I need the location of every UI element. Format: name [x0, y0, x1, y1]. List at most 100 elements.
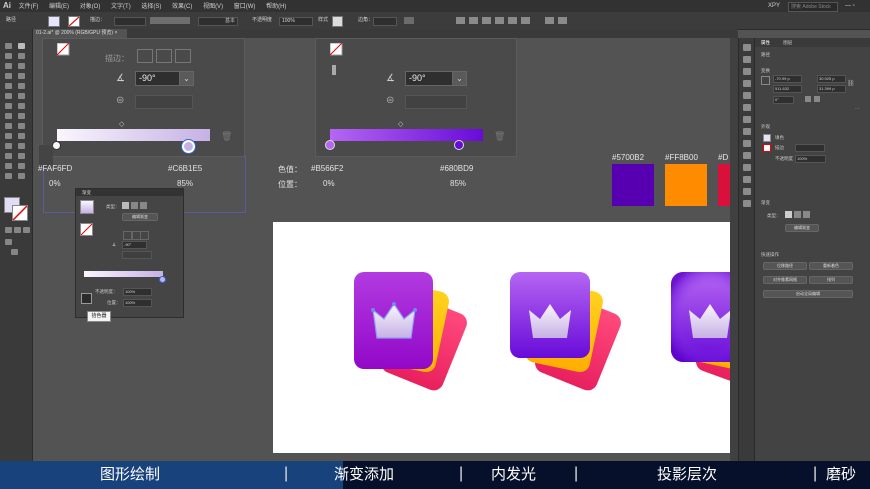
- props-radial-gradient-icon[interactable]: [794, 211, 801, 218]
- tab-layers[interactable]: 图层: [783, 40, 792, 45]
- type-tool-icon[interactable]: [5, 73, 12, 79]
- float-aspect-field[interactable]: [122, 251, 152, 259]
- pathfinder-panel-icon[interactable]: [743, 200, 751, 207]
- gradient-stop-start-right[interactable]: [325, 140, 335, 150]
- float-location-field[interactable]: 100%: [123, 299, 152, 307]
- flip-horizontal-icon[interactable]: [805, 96, 811, 102]
- gradient-stop-end-right[interactable]: [454, 140, 464, 150]
- angle-dropdown-icon[interactable]: ⌄: [179, 71, 194, 86]
- angle-dropdown-icon-right[interactable]: ⌄: [452, 71, 467, 86]
- free-transform-tool-icon[interactable]: [18, 113, 25, 119]
- curvature-tool-icon[interactable]: [18, 63, 25, 69]
- stroke-weight-field[interactable]: [114, 17, 146, 26]
- stroke-across-icon[interactable]: [156, 49, 172, 63]
- more-options-icon[interactable]: ···: [855, 106, 860, 112]
- rectangle-tool-icon[interactable]: [5, 83, 12, 89]
- gradient-stop-start[interactable]: [52, 141, 61, 150]
- artboard-tool-icon[interactable]: [5, 163, 12, 169]
- gradient-preview-swatch[interactable]: [80, 200, 94, 214]
- gradient-panel-icon[interactable]: [743, 116, 751, 123]
- symbol-sprayer-tool-icon[interactable]: [5, 153, 12, 159]
- align-pixel-grid-button[interactable]: 对齐像素网格: [763, 276, 807, 284]
- appearance-panel-icon[interactable]: [743, 140, 751, 147]
- stroke-panel-icon[interactable]: [743, 104, 751, 111]
- stroke-none-swatch[interactable]: [80, 223, 93, 236]
- freeform-gradient-icon[interactable]: [140, 202, 147, 209]
- angle-field-right[interactable]: -90°: [405, 71, 454, 86]
- tab-properties[interactable]: 属性: [761, 40, 770, 45]
- line-tool-icon[interactable]: [18, 73, 25, 79]
- opacity-field[interactable]: 100%: [279, 17, 313, 26]
- h-field[interactable]: 31.399 p: [817, 85, 846, 93]
- transform-icon[interactable]: [545, 17, 554, 24]
- shape-builder-tool-icon[interactable]: [5, 123, 12, 129]
- angle-field[interactable]: -90°: [135, 71, 182, 86]
- slice-tool-icon[interactable]: [18, 163, 25, 169]
- recolor-button[interactable]: 重新着色: [809, 262, 853, 270]
- float-angle-field[interactable]: -90°: [122, 241, 147, 249]
- canvas-scrollbar[interactable]: [730, 38, 738, 461]
- floating-panel-header[interactable]: 渐变: [76, 189, 183, 196]
- isolate-icon[interactable]: [558, 17, 567, 24]
- column-graph-tool-icon[interactable]: [18, 153, 25, 159]
- eyedropper-tool-icon[interactable]: [5, 143, 12, 149]
- gradient-tool-icon[interactable]: [18, 133, 25, 139]
- stroke-color-icon[interactable]: [12, 205, 28, 221]
- layers-panel-icon[interactable]: [743, 164, 751, 171]
- mesh-tool-icon[interactable]: [5, 133, 12, 139]
- rotate-tool-icon[interactable]: [5, 103, 12, 109]
- arrange-button[interactable]: 排列: [809, 276, 853, 284]
- aspect-ratio-field-right[interactable]: [405, 95, 467, 109]
- draw-mode-icon[interactable]: [5, 239, 12, 245]
- props-freeform-gradient-icon[interactable]: [803, 211, 810, 218]
- width-tool-icon[interactable]: [5, 113, 12, 119]
- color-mode-icon[interactable]: [5, 227, 12, 233]
- corner-field[interactable]: [373, 17, 397, 26]
- float-stop-end[interactable]: [159, 276, 166, 283]
- brushes-panel-icon[interactable]: [743, 80, 751, 87]
- appearance-fill-swatch[interactable]: [763, 134, 771, 142]
- scale-tool-icon[interactable]: [18, 103, 25, 109]
- reference-point-icon[interactable]: [761, 76, 770, 85]
- start-global-edit-button[interactable]: 启动全局编辑: [763, 290, 853, 298]
- w-field[interactable]: 30.925 p: [817, 75, 846, 83]
- swatches-panel-icon[interactable]: [743, 68, 751, 75]
- align-panel-icon[interactable]: [743, 188, 751, 195]
- magic-wand-tool-icon[interactable]: [5, 53, 12, 59]
- rotate-field[interactable]: 0°: [773, 96, 794, 104]
- fill-swatch[interactable]: [48, 16, 60, 27]
- stroke-swatch[interactable]: [68, 16, 80, 27]
- blend-tool-icon[interactable]: [18, 143, 25, 149]
- graphic-style-swatch[interactable]: [332, 16, 343, 27]
- eyedropper-button-icon[interactable]: [81, 293, 92, 304]
- brush-style-select[interactable]: 基本: [198, 17, 238, 26]
- align-bottom-icon[interactable]: [521, 17, 530, 24]
- workspace-switcher[interactable]: XPY: [768, 0, 780, 12]
- stroke-gradient-icon[interactable]: [123, 231, 132, 240]
- aspect-ratio-field[interactable]: [135, 95, 193, 109]
- float-gradient-slider[interactable]: [84, 271, 163, 277]
- selection-tool-icon[interactable]: [5, 43, 12, 49]
- delete-stop-icon[interactable]: 🗑: [221, 131, 232, 142]
- transparency-panel-icon[interactable]: [743, 128, 751, 135]
- offset-path-button[interactable]: 位移路径: [763, 262, 807, 270]
- document-tab[interactable]: 01-2.ai* @ 200% (RGB/GPU 预览) ×: [32, 29, 128, 38]
- align-top-icon[interactable]: [495, 17, 504, 24]
- props-edit-gradient-button[interactable]: 编辑渐变: [785, 224, 819, 232]
- props-linear-gradient-icon[interactable]: [785, 211, 792, 218]
- appearance-opacity-field[interactable]: 100%: [795, 155, 826, 163]
- midpoint-diamond-icon-right[interactable]: ◇: [398, 120, 403, 128]
- appearance-stroke-swatch[interactable]: [763, 144, 771, 152]
- stroke-weight-field[interactable]: [795, 144, 825, 152]
- perspective-grid-tool-icon[interactable]: [18, 123, 25, 129]
- artboards-panel-icon[interactable]: [743, 176, 751, 183]
- artboard[interactable]: [273, 222, 730, 453]
- midpoint-diamond-icon[interactable]: ◇: [119, 120, 124, 128]
- eraser-tool-icon[interactable]: [18, 93, 25, 99]
- stroke-gradient-icon-3[interactable]: [140, 231, 149, 240]
- align-middle-icon[interactable]: [508, 17, 517, 24]
- radial-gradient-icon[interactable]: [131, 202, 138, 209]
- zoom-tool-icon[interactable]: [18, 173, 25, 179]
- color-guide-icon[interactable]: [743, 56, 751, 63]
- align-left-icon[interactable]: [456, 17, 465, 24]
